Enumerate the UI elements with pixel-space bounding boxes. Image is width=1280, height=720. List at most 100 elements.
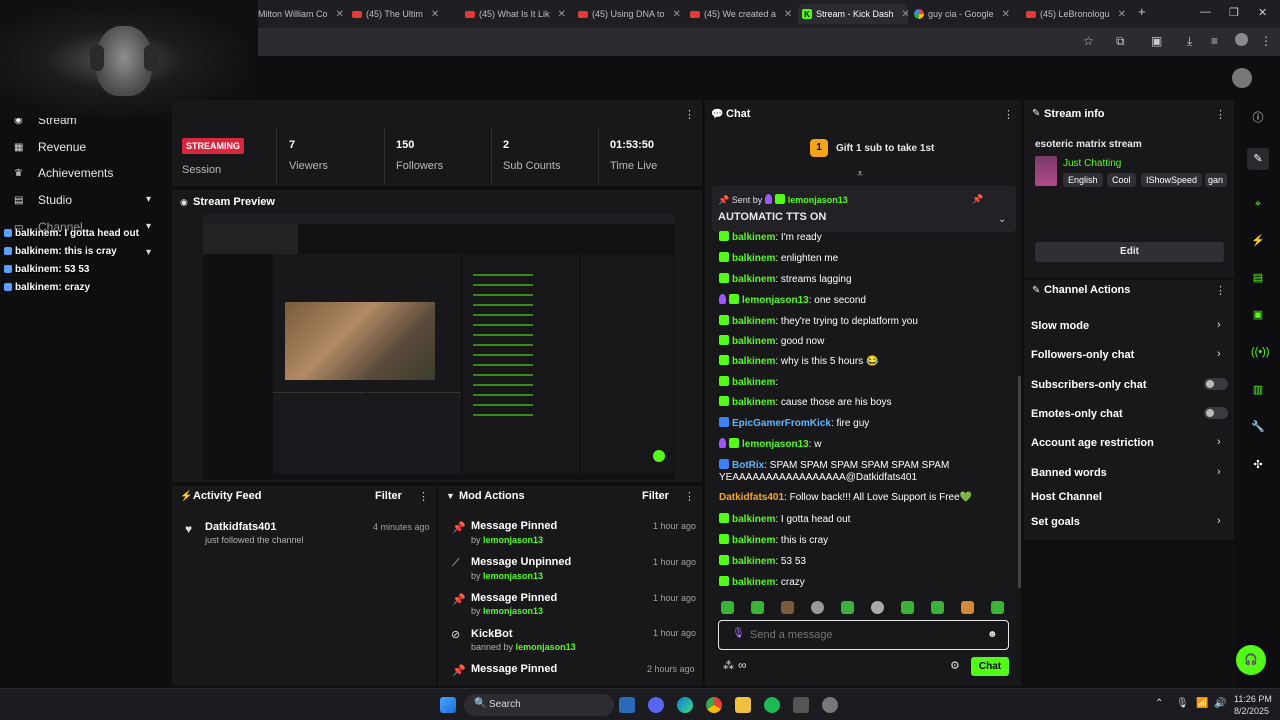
browser-tab-active[interactable]: K Stream - Kick Dash ✕: [798, 4, 908, 24]
emoji-icon[interactable]: ☻: [987, 629, 998, 640]
host-channel-item[interactable]: Host Channel: [1031, 491, 1102, 503]
emote-icon[interactable]: [751, 601, 764, 614]
stream-preview-video[interactable]: [203, 214, 675, 480]
panel-icon[interactable]: ▥: [1251, 383, 1265, 397]
chevron-right-icon[interactable]: ›: [1217, 515, 1221, 527]
collapse-icon[interactable]: ⩡: [857, 168, 863, 181]
sidebar-item-revenue[interactable]: ▦ Revenue: [14, 140, 86, 154]
emote-icon[interactable]: [841, 601, 854, 614]
chat-username[interactable]: BotRix: [732, 460, 764, 471]
emote-icon[interactable]: [781, 601, 794, 614]
emote-icon[interactable]: [811, 601, 824, 614]
browser-tab[interactable]: (45) The Ultim ✕: [352, 4, 460, 24]
broadcast-icon[interactable]: ((•)): [1251, 345, 1270, 359]
more-options-icon[interactable]: ⋮: [1215, 108, 1226, 121]
chat-bubble-icon[interactable]: ▣: [1251, 308, 1265, 322]
profile-avatar[interactable]: [1235, 33, 1248, 46]
close-tab-icon[interactable]: ✕: [336, 9, 344, 20]
close-window-button[interactable]: ✕: [1258, 6, 1267, 19]
taskbar-date[interactable]: 8/2/2025: [1234, 706, 1269, 716]
emote-icon[interactable]: [931, 601, 944, 614]
close-tab-icon[interactable]: ✕: [558, 9, 566, 20]
emote-icon[interactable]: [721, 601, 734, 614]
download-icon[interactable]: ⤓: [1187, 34, 1192, 49]
gift-sub-text[interactable]: Gift 1 sub to take 1st: [836, 143, 934, 154]
chrome-icon[interactable]: [706, 697, 722, 713]
account-age-item[interactable]: Account age restriction: [1031, 437, 1154, 449]
chat-username[interactable]: balkinem: [732, 577, 775, 588]
browser-tab[interactable]: Milton William Co ✕: [258, 4, 346, 24]
activity-filter-button[interactable]: Filter: [375, 490, 402, 502]
microphone-icon[interactable]: 🎙: [1176, 698, 1189, 709]
chat-username[interactable]: balkinem: [732, 514, 775, 525]
chat-username[interactable]: EpicGamerFromKick: [732, 418, 831, 429]
info-icon[interactable]: ⓘ: [1251, 111, 1265, 125]
close-tab-icon[interactable]: ✕: [1002, 9, 1010, 20]
chevron-down-icon[interactable]: ▾: [146, 221, 151, 232]
chevron-down-icon[interactable]: ▾: [146, 247, 151, 258]
pin-icon[interactable]: 📌: [972, 194, 983, 205]
emote-icon[interactable]: [871, 601, 884, 614]
browser-tab[interactable]: (45) We created a ✕: [690, 4, 798, 24]
mod-filter-button[interactable]: Filter: [642, 490, 669, 502]
discord-icon[interactable]: [648, 697, 664, 713]
pinned-message[interactable]: [712, 186, 1016, 232]
more-options-icon[interactable]: ⋮: [418, 490, 429, 503]
chat-username[interactable]: balkinem: [732, 232, 775, 243]
chevron-right-icon[interactable]: ›: [1217, 436, 1221, 448]
emote-icon[interactable]: [991, 601, 1004, 614]
wrench-icon[interactable]: 🔧: [1251, 420, 1265, 434]
chevron-down-icon[interactable]: ▾: [146, 194, 151, 205]
chat-scrollbar[interactable]: [1018, 376, 1021, 588]
followers-only-item[interactable]: Followers-only chat: [1031, 349, 1134, 361]
edge-icon[interactable]: [677, 697, 693, 713]
more-options-icon[interactable]: ⋮: [684, 108, 695, 121]
slow-mode-item[interactable]: Slow mode: [1031, 320, 1089, 332]
browser-tab[interactable]: (45) What Is It Lik ✕: [465, 4, 573, 24]
volume-icon[interactable]: 🔊: [1214, 698, 1226, 709]
chevron-right-icon[interactable]: ›: [1217, 466, 1221, 478]
chat-message-input[interactable]: [750, 627, 970, 643]
spotify-icon[interactable]: [764, 697, 780, 713]
chat-username[interactable]: lemonjason13: [742, 439, 809, 450]
app-icon[interactable]: [793, 697, 809, 713]
file-explorer-icon[interactable]: [735, 697, 751, 713]
set-goals-item[interactable]: Set goals: [1031, 516, 1080, 528]
steam-icon[interactable]: [619, 697, 635, 713]
chevron-right-icon[interactable]: ›: [1217, 348, 1221, 360]
close-tab-icon[interactable]: ✕: [673, 9, 681, 20]
chat-username[interactable]: balkinem: [732, 253, 775, 264]
chat-username[interactable]: balkinem: [732, 316, 775, 327]
chat-username[interactable]: balkinem: [732, 556, 775, 567]
emote-icon[interactable]: [901, 601, 914, 614]
gear-icon[interactable]: ⚙: [950, 659, 960, 672]
bolt-icon[interactable]: ⚡: [1251, 234, 1265, 248]
more-options-icon[interactable]: ⋮: [1003, 108, 1014, 121]
more-options-icon[interactable]: ⋮: [684, 490, 695, 503]
chat-username[interactable]: balkinem: [732, 336, 775, 347]
support-headset-icon[interactable]: 🎧: [1236, 645, 1266, 675]
subscribers-only-toggle[interactable]: [1204, 378, 1228, 390]
sparkle-icon[interactable]: ⁂: [723, 659, 734, 672]
media-icon[interactable]: ≡: [1211, 34, 1218, 48]
emote-icon[interactable]: [961, 601, 974, 614]
chat-username[interactable]: lemonjason13: [742, 295, 809, 306]
settings-icon[interactable]: [822, 697, 838, 713]
category-link[interactable]: Just Chatting: [1063, 158, 1121, 169]
browser-menu-icon[interactable]: ⋮: [1260, 34, 1272, 48]
wifi-icon[interactable]: 📶: [1196, 698, 1208, 709]
chat-username[interactable]: balkinem: [732, 377, 775, 388]
new-tab-button[interactable]: +: [1138, 4, 1146, 19]
chat-username[interactable]: balkinem: [732, 535, 775, 546]
windows-start-icon[interactable]: [440, 697, 456, 713]
edit-stream-button[interactable]: Edit: [1035, 242, 1224, 262]
microphone-icon[interactable]: 🎙: [732, 628, 745, 639]
minimize-button[interactable]: —: [1200, 6, 1211, 18]
document-icon[interactable]: ▤: [1251, 271, 1265, 285]
chat-username[interactable]: balkinem: [732, 274, 775, 285]
capture-icon[interactable]: ⌖: [1251, 197, 1265, 211]
sidebar-item-achievements[interactable]: ♛ Achievements: [14, 166, 113, 180]
apps-icon[interactable]: ✣: [1251, 458, 1265, 472]
sidepanel-icon[interactable]: ▣: [1151, 34, 1162, 48]
extensions-icon[interactable]: ⧉: [1116, 34, 1125, 49]
